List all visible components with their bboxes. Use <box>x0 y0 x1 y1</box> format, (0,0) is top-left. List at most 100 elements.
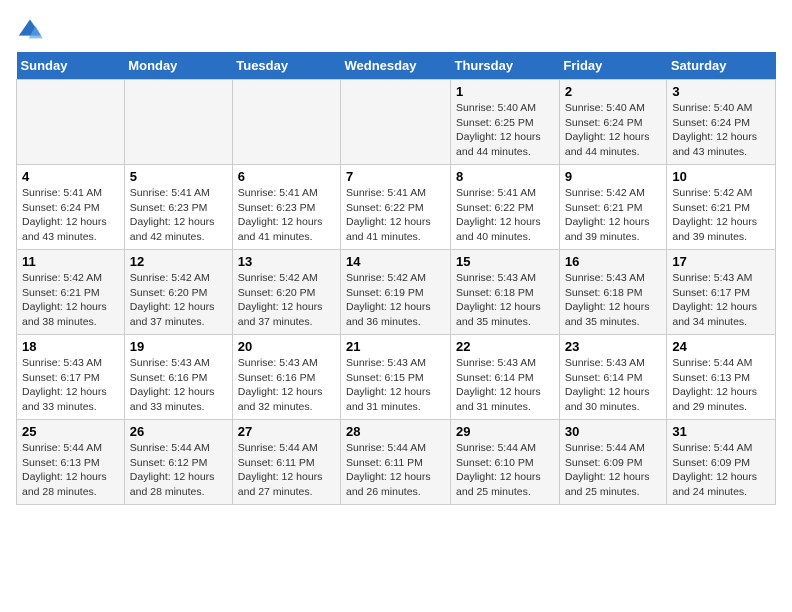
day-info: Sunrise: 5:44 AM Sunset: 6:11 PM Dayligh… <box>346 441 445 500</box>
day-number: 3 <box>672 84 770 99</box>
weekday-header: Saturday <box>667 52 776 80</box>
day-number: 1 <box>456 84 554 99</box>
calendar-week-row: 1 Sunrise: 5:40 AM Sunset: 6:25 PM Daylig… <box>17 80 776 165</box>
calendar-cell: 19 Sunrise: 5:43 AM Sunset: 6:16 PM Dayli… <box>124 335 232 420</box>
day-number: 5 <box>130 169 227 184</box>
day-info: Sunrise: 5:40 AM Sunset: 6:25 PM Dayligh… <box>456 101 554 160</box>
day-number: 15 <box>456 254 554 269</box>
calendar-cell: 26 Sunrise: 5:44 AM Sunset: 6:12 PM Dayli… <box>124 420 232 505</box>
weekday-header: Sunday <box>17 52 125 80</box>
day-number: 20 <box>238 339 335 354</box>
calendar-cell: 15 Sunrise: 5:43 AM Sunset: 6:18 PM Dayli… <box>451 250 560 335</box>
calendar-cell: 4 Sunrise: 5:41 AM Sunset: 6:24 PM Daylig… <box>17 165 125 250</box>
calendar-cell: 10 Sunrise: 5:42 AM Sunset: 6:21 PM Dayli… <box>667 165 776 250</box>
calendar-cell: 12Sunrise: 5:42 AM Sunset: 6:20 PM Dayli… <box>124 250 232 335</box>
day-number: 4 <box>22 169 119 184</box>
day-number: 23 <box>565 339 662 354</box>
day-number: 17 <box>672 254 770 269</box>
day-number: 26 <box>130 424 227 439</box>
calendar-cell: 22 Sunrise: 5:43 AM Sunset: 6:14 PM Dayli… <box>451 335 560 420</box>
day-number: 13 <box>238 254 335 269</box>
day-info: Sunrise: 5:42 AM Sunset: 6:21 PM Dayligh… <box>672 186 770 245</box>
day-number: 30 <box>565 424 662 439</box>
day-info: Sunrise: 5:44 AM Sunset: 6:10 PM Dayligh… <box>456 441 554 500</box>
day-info: Sunrise: 5:42 AM Sunset: 6:19 PM Dayligh… <box>346 271 445 330</box>
day-info: Sunrise: 5:44 AM Sunset: 6:09 PM Dayligh… <box>672 441 770 500</box>
day-info: Sunrise: 5:41 AM Sunset: 6:22 PM Dayligh… <box>456 186 554 245</box>
calendar-cell: 23 Sunrise: 5:43 AM Sunset: 6:14 PM Dayli… <box>559 335 667 420</box>
weekday-header: Wednesday <box>341 52 451 80</box>
day-info: Sunrise: 5:42 AM Sunset: 6:21 PM Dayligh… <box>565 186 662 245</box>
day-number: 25 <box>22 424 119 439</box>
day-number: 31 <box>672 424 770 439</box>
weekday-header: Tuesday <box>232 52 340 80</box>
logo-icon <box>16 16 44 44</box>
calendar-cell <box>341 80 451 165</box>
calendar-cell: 9 Sunrise: 5:42 AM Sunset: 6:21 PM Daylig… <box>559 165 667 250</box>
calendar-cell: 20 Sunrise: 5:43 AM Sunset: 6:16 PM Dayli… <box>232 335 340 420</box>
calendar-cell <box>17 80 125 165</box>
day-number: 19 <box>130 339 227 354</box>
day-number: 28 <box>346 424 445 439</box>
day-info: Sunrise: 5:43 AM Sunset: 6:14 PM Dayligh… <box>565 356 662 415</box>
day-info: Sunrise: 5:43 AM Sunset: 6:16 PM Dayligh… <box>130 356 227 415</box>
calendar-cell: 27Sunrise: 5:44 AM Sunset: 6:11 PM Dayli… <box>232 420 340 505</box>
day-number: 9 <box>565 169 662 184</box>
calendar-cell: 2 Sunrise: 5:40 AM Sunset: 6:24 PM Daylig… <box>559 80 667 165</box>
day-info: Sunrise: 5:43 AM Sunset: 6:18 PM Dayligh… <box>456 271 554 330</box>
day-info: Sunrise: 5:43 AM Sunset: 6:18 PM Dayligh… <box>565 271 662 330</box>
day-info: Sunrise: 5:43 AM Sunset: 6:16 PM Dayligh… <box>238 356 335 415</box>
day-number: 2 <box>565 84 662 99</box>
day-number: 18 <box>22 339 119 354</box>
page-header <box>16 16 776 44</box>
day-info: Sunrise: 5:43 AM Sunset: 6:17 PM Dayligh… <box>22 356 119 415</box>
day-number: 11 <box>22 254 119 269</box>
day-number: 22 <box>456 339 554 354</box>
weekday-header: Thursday <box>451 52 560 80</box>
calendar-cell: 17 Sunrise: 5:43 AM Sunset: 6:17 PM Dayli… <box>667 250 776 335</box>
calendar-cell <box>124 80 232 165</box>
day-info: Sunrise: 5:41 AM Sunset: 6:22 PM Dayligh… <box>346 186 445 245</box>
day-number: 24 <box>672 339 770 354</box>
weekday-header-row: SundayMondayTuesdayWednesdayThursdayFrid… <box>17 52 776 80</box>
day-info: Sunrise: 5:42 AM Sunset: 6:20 PM Dayligh… <box>130 271 227 330</box>
calendar-cell: 1 Sunrise: 5:40 AM Sunset: 6:25 PM Daylig… <box>451 80 560 165</box>
day-info: Sunrise: 5:41 AM Sunset: 6:23 PM Dayligh… <box>130 186 227 245</box>
calendar-cell: 16 Sunrise: 5:43 AM Sunset: 6:18 PM Dayli… <box>559 250 667 335</box>
calendar-cell: 6 Sunrise: 5:41 AM Sunset: 6:23 PM Daylig… <box>232 165 340 250</box>
day-info: Sunrise: 5:44 AM Sunset: 6:12 PM Dayligh… <box>130 441 227 500</box>
day-number: 16 <box>565 254 662 269</box>
day-info: Sunrise: 5:43 AM Sunset: 6:15 PM Dayligh… <box>346 356 445 415</box>
day-number: 29 <box>456 424 554 439</box>
calendar-cell: 8Sunrise: 5:41 AM Sunset: 6:22 PM Daylig… <box>451 165 560 250</box>
day-info: Sunrise: 5:40 AM Sunset: 6:24 PM Dayligh… <box>565 101 662 160</box>
day-info: Sunrise: 5:42 AM Sunset: 6:20 PM Dayligh… <box>238 271 335 330</box>
calendar-week-row: 25 Sunrise: 5:44 AM Sunset: 6:13 PM Dayli… <box>17 420 776 505</box>
calendar-cell: 5 Sunrise: 5:41 AM Sunset: 6:23 PM Daylig… <box>124 165 232 250</box>
day-info: Sunrise: 5:41 AM Sunset: 6:23 PM Dayligh… <box>238 186 335 245</box>
day-number: 10 <box>672 169 770 184</box>
day-info: Sunrise: 5:41 AM Sunset: 6:24 PM Dayligh… <box>22 186 119 245</box>
calendar-cell: 13 Sunrise: 5:42 AM Sunset: 6:20 PM Dayli… <box>232 250 340 335</box>
logo <box>16 16 48 44</box>
day-number: 6 <box>238 169 335 184</box>
day-number: 14 <box>346 254 445 269</box>
calendar-cell: 28 Sunrise: 5:44 AM Sunset: 6:11 PM Dayli… <box>341 420 451 505</box>
calendar-cell <box>232 80 340 165</box>
calendar-cell: 29 Sunrise: 5:44 AM Sunset: 6:10 PM Dayli… <box>451 420 560 505</box>
calendar-cell: 3 Sunrise: 5:40 AM Sunset: 6:24 PM Daylig… <box>667 80 776 165</box>
calendar-cell: 11 Sunrise: 5:42 AM Sunset: 6:21 PM Dayli… <box>17 250 125 335</box>
day-number: 7 <box>346 169 445 184</box>
day-info: Sunrise: 5:44 AM Sunset: 6:13 PM Dayligh… <box>22 441 119 500</box>
day-info: Sunrise: 5:42 AM Sunset: 6:21 PM Dayligh… <box>22 271 119 330</box>
day-info: Sunrise: 5:43 AM Sunset: 6:17 PM Dayligh… <box>672 271 770 330</box>
calendar-week-row: 4 Sunrise: 5:41 AM Sunset: 6:24 PM Daylig… <box>17 165 776 250</box>
day-info: Sunrise: 5:40 AM Sunset: 6:24 PM Dayligh… <box>672 101 770 160</box>
calendar-cell: 21Sunrise: 5:43 AM Sunset: 6:15 PM Dayli… <box>341 335 451 420</box>
day-info: Sunrise: 5:44 AM Sunset: 6:09 PM Dayligh… <box>565 441 662 500</box>
day-info: Sunrise: 5:43 AM Sunset: 6:14 PM Dayligh… <box>456 356 554 415</box>
calendar-cell: 30 Sunrise: 5:44 AM Sunset: 6:09 PM Dayli… <box>559 420 667 505</box>
calendar-week-row: 11 Sunrise: 5:42 AM Sunset: 6:21 PM Dayli… <box>17 250 776 335</box>
calendar-table: SundayMondayTuesdayWednesdayThursdayFrid… <box>16 52 776 505</box>
day-number: 27 <box>238 424 335 439</box>
